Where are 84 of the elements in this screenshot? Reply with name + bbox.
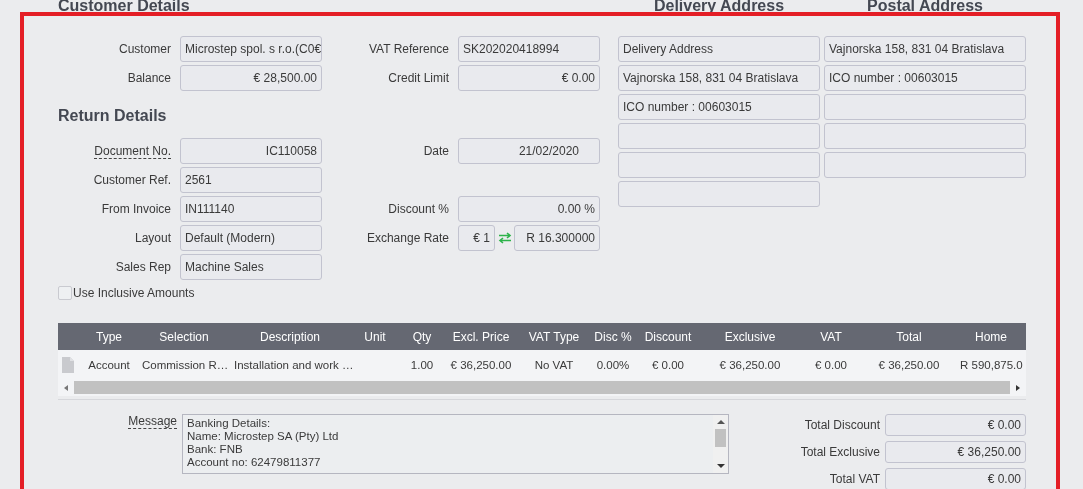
field-label: From Invoice bbox=[101, 202, 171, 216]
scroll-down-icon[interactable] bbox=[715, 462, 726, 470]
input-field[interactable] bbox=[618, 152, 820, 178]
input-field[interactable]: Default (Modern) bbox=[180, 225, 322, 251]
column-header[interactable]: Qty bbox=[400, 329, 444, 344]
input-field[interactable] bbox=[824, 152, 1026, 178]
column-header[interactable]: Disc % bbox=[590, 329, 636, 344]
table-cell: € 36,250.00 bbox=[878, 358, 940, 371]
table-cell: No VAT bbox=[534, 358, 574, 371]
input-field[interactable]: ICO number : 00603015 bbox=[824, 65, 1026, 91]
table-cell: R 590,875.0 bbox=[960, 358, 1023, 371]
input-field[interactable] bbox=[824, 123, 1026, 149]
input-field[interactable]: ICO number : 00603015 bbox=[618, 94, 820, 120]
column-header[interactable]: Total bbox=[862, 329, 956, 344]
input-field[interactable]: Machine Sales bbox=[180, 254, 322, 280]
table-cell: Commission R… bbox=[142, 358, 229, 371]
field-label: Total Exclusive bbox=[799, 445, 880, 459]
table-cell: Account bbox=[88, 358, 130, 371]
input-field[interactable]: Vajnorska 158, 831 04 Bratislava bbox=[824, 36, 1026, 62]
column-header[interactable]: Exclusive bbox=[700, 329, 800, 344]
input-field[interactable]: Vajnorska 158, 831 04 Bratislava bbox=[618, 65, 820, 91]
input-field[interactable]: 0.00 % bbox=[458, 196, 600, 222]
field-label: Customer bbox=[118, 42, 171, 56]
column-header[interactable]: Type bbox=[80, 329, 138, 344]
input-field[interactable]: SK202020418994 bbox=[458, 36, 600, 62]
column-header[interactable]: Unit bbox=[350, 329, 400, 344]
input-field[interactable] bbox=[618, 181, 820, 207]
table-cell: 0.00% bbox=[596, 358, 630, 371]
scroll-left-icon[interactable] bbox=[62, 383, 70, 392]
field-label: VAT Reference bbox=[367, 42, 449, 56]
section-heading: Return Details bbox=[58, 106, 168, 126]
input-field[interactable]: 21/02/2020 bbox=[458, 138, 600, 164]
column-header[interactable]: Description bbox=[230, 329, 350, 344]
field-label: Discount % bbox=[387, 202, 449, 216]
field-label: Document No. bbox=[94, 144, 171, 159]
input-field[interactable]: € 0.00 bbox=[885, 414, 1026, 436]
table-cell: 1.00 bbox=[410, 358, 434, 371]
scroll-up-icon[interactable] bbox=[715, 418, 726, 426]
section-heading: Delivery Address bbox=[652, 0, 786, 16]
table-row[interactable]: Account Commission R… Installation and work … 1.00 € 36,250.00 No VAT 0.00% € 0.00 € 36,250.00 € 0.00 € 36,250.00 R 590,875.0 bbox=[58, 350, 1026, 379]
column-header[interactable]: Excl. Price bbox=[444, 329, 518, 344]
table-cell: € 0.00 bbox=[815, 358, 847, 371]
input-field[interactable]: IN111140 bbox=[180, 196, 322, 222]
input-field[interactable]: IC110058 bbox=[180, 138, 322, 164]
checkbox-label: Use Inclusive Amounts bbox=[73, 286, 195, 300]
table-cell: Installation and work … bbox=[234, 358, 354, 371]
section-heading: Customer Details bbox=[58, 0, 191, 16]
field-label: Total Discount bbox=[803, 418, 880, 432]
message-field[interactable]: Banking Details: Name: Microstep SA (Pty) Ltd Bank: FNB Account no: 62479811377 bbox=[182, 414, 729, 474]
section-heading: Postal Address bbox=[866, 0, 984, 16]
input-field[interactable]: € 0.00 bbox=[885, 468, 1026, 489]
column-header[interactable]: VAT bbox=[800, 329, 862, 344]
field-label: Exchange Rate bbox=[365, 231, 449, 245]
vertical-scrollbar[interactable] bbox=[713, 415, 728, 473]
input-field[interactable] bbox=[824, 94, 1026, 120]
table-cell: € 0.00 bbox=[652, 358, 684, 371]
field-label: Customer Ref. bbox=[93, 173, 171, 187]
input-field[interactable]: € 36,250.00 bbox=[885, 441, 1026, 463]
field-label: Sales Rep bbox=[115, 260, 171, 274]
input-field[interactable]: 2561 bbox=[180, 167, 322, 193]
document-icon bbox=[62, 356, 74, 373]
column-header[interactable]: Home bbox=[956, 329, 1026, 344]
input-field[interactable]: € 1 bbox=[458, 225, 495, 251]
swap-arrows-icon[interactable] bbox=[498, 232, 512, 244]
field-label: Balance bbox=[126, 71, 171, 85]
scroll-right-icon[interactable] bbox=[1014, 383, 1022, 392]
column-header[interactable]: Discount bbox=[636, 329, 700, 344]
checkbox[interactable] bbox=[58, 286, 72, 300]
horizontal-scrollbar[interactable] bbox=[58, 379, 1026, 396]
input-field[interactable]: € 28,500.00 bbox=[180, 65, 322, 91]
table-cell: € 36,250.00 bbox=[719, 358, 781, 371]
table-cell: € 36,250.00 bbox=[450, 358, 512, 371]
column-header[interactable]: VAT Type bbox=[518, 329, 590, 344]
input-field[interactable] bbox=[618, 123, 820, 149]
field-label: Date bbox=[422, 144, 449, 158]
field-label: Message bbox=[128, 414, 177, 429]
input-field[interactable]: Microstep spol. s r.o.(C0€ bbox=[180, 36, 322, 62]
column-header[interactable]: Selection bbox=[138, 329, 230, 344]
input-field[interactable]: R 16.300000 bbox=[514, 225, 600, 251]
field-label: Total VAT bbox=[828, 472, 880, 486]
input-field[interactable]: € 0.00 bbox=[458, 65, 600, 91]
field-label: Credit Limit bbox=[387, 71, 449, 85]
input-field[interactable]: Delivery Address bbox=[618, 36, 820, 62]
field-label: Layout bbox=[134, 231, 171, 245]
